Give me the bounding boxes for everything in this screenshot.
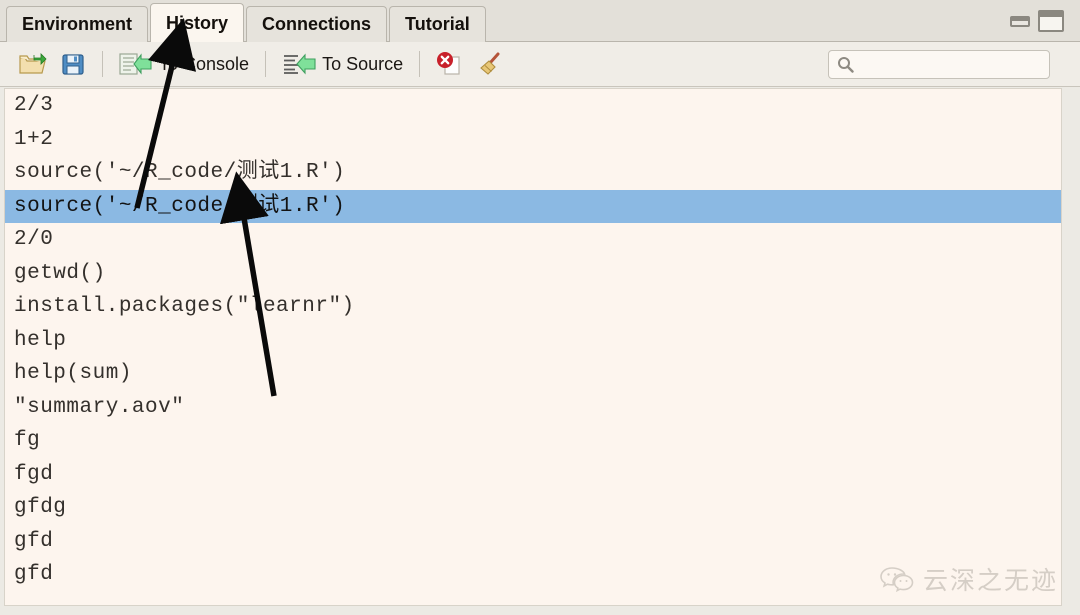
wechat-watermark: 云深之无迹 [879, 561, 1058, 597]
history-entry-11[interactable]: fgd [5, 458, 1061, 492]
tab-history-label: History [166, 12, 229, 33]
save-floppy-icon [60, 51, 86, 77]
history-entry-7[interactable]: help [5, 324, 1061, 358]
history-entry-13[interactable]: gfd [5, 525, 1061, 559]
to-source-label: To Source [322, 53, 404, 74]
load-history-button[interactable] [12, 47, 54, 81]
history-entry-9[interactable]: "summary.aov" [5, 391, 1061, 425]
toolbar-divider-3 [419, 51, 421, 77]
maximize-pane-icon[interactable] [1038, 10, 1064, 32]
history-entry-2[interactable]: source('~/R_code/测试1.R') [5, 156, 1061, 190]
toolbar-divider-2 [265, 51, 267, 77]
history-entry-8[interactable]: help(sum) [5, 357, 1061, 391]
toolbar-buttons: To Console To Source [12, 42, 510, 86]
history-entry-12[interactable]: gfdg [5, 491, 1061, 525]
tab-connections-label: Connections [262, 14, 372, 34]
history-entry-10[interactable]: fg [5, 424, 1061, 458]
history-entry-0[interactable]: 2/3 [5, 89, 1061, 123]
history-toolbar: To Console To Source [0, 42, 1080, 87]
to-console-label: To Console [159, 53, 250, 74]
tab-tutorial-label: Tutorial [405, 14, 470, 34]
clear-all-button[interactable] [470, 47, 510, 81]
open-folder-icon [18, 51, 48, 77]
tab-environment[interactable]: Environment [6, 6, 149, 42]
save-history-button[interactable] [54, 47, 92, 81]
search-box[interactable] [828, 50, 1050, 79]
remove-entries-icon [436, 51, 464, 77]
tab-connections[interactable]: Connections [246, 6, 388, 42]
search-icon [837, 56, 854, 73]
to-console-arrow-icon [119, 52, 153, 76]
history-list[interactable]: 2/3 1+2 source('~/R_code/测试1.R') source(… [4, 88, 1062, 606]
to-source-arrow-icon [282, 52, 316, 76]
minimize-pane-icon[interactable] [1010, 15, 1030, 27]
wechat-icon [879, 565, 915, 593]
tab-environment-label: Environment [22, 14, 133, 34]
history-entry-6[interactable]: install.packages("learnr") [5, 290, 1061, 324]
clear-all-broom-icon [476, 51, 504, 77]
toolbar-divider-1 [102, 51, 103, 77]
pane-tab-bar: Environment History Connections Tutorial [0, 0, 1080, 42]
to-source-button[interactable]: To Source [276, 47, 409, 81]
window-controls [1010, 10, 1064, 32]
tab-tutorial[interactable]: Tutorial [389, 6, 486, 42]
remove-entries-button[interactable] [430, 47, 470, 81]
tab-list: Environment History Connections Tutorial [6, 3, 488, 42]
to-console-button[interactable]: To Console [113, 47, 255, 81]
history-entry-4[interactable]: 2/0 [5, 223, 1061, 257]
history-entry-3[interactable]: source('~/R_code/测试1.R') [5, 189, 1061, 223]
watermark-text: 云深之无迹 [922, 568, 1058, 595]
history-entry-1[interactable]: 1+2 [5, 123, 1061, 157]
tab-history[interactable]: History [150, 3, 245, 42]
history-pane: Environment History Connections Tutorial [0, 0, 1080, 615]
history-entry-5[interactable]: getwd() [5, 257, 1061, 291]
search-input[interactable] [860, 55, 1044, 74]
